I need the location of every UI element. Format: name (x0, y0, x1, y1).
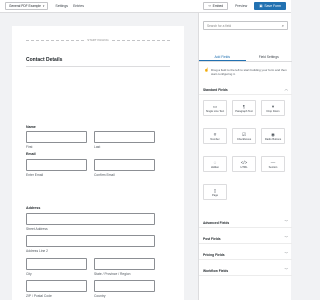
field-tile[interactable]: — Section (261, 156, 285, 172)
preview-button[interactable]: Preview (232, 4, 250, 8)
zip-input[interactable] (26, 280, 87, 292)
section-icon: — (270, 159, 276, 165)
entries-link[interactable]: Entries (73, 4, 84, 8)
save-icon: ▣ (259, 4, 263, 8)
number-icon: # (213, 131, 217, 137)
section-title: Contact Details (26, 57, 63, 63)
field-tile[interactable]: ▾ Drop Down (261, 100, 285, 116)
confirm-email-sublabel: Confirm Email (94, 173, 115, 177)
field-tile-label: Hidden (210, 165, 220, 169)
radio-icon: ◉ (271, 131, 275, 137)
fields-panel: Search for a field ⌕ Add Fields Field Se… (198, 13, 292, 300)
drag-hint-text: Drag a field to the left to start buildi… (211, 68, 287, 76)
city-input[interactable] (26, 258, 87, 270)
field-tile-label: Number (210, 137, 220, 141)
top-toolbar: General PDF Example ▾ Settings Entries ‹… (0, 0, 291, 13)
workflow-fields-header[interactable]: Workflow Fields ﹀ (199, 266, 292, 276)
field-tile[interactable]: </> HTML (232, 156, 256, 172)
embed-button[interactable]: ‹› Embed (203, 2, 229, 10)
embed-label: Embed (212, 4, 224, 8)
field-search-input[interactable]: Search for a field ⌕ (203, 21, 288, 30)
panel-tabs: Add Fields Field Settings (199, 53, 292, 62)
checkbox-icon: ☑ (241, 131, 247, 137)
pricing-fields-label: Pricing Fields (203, 252, 225, 257)
advanced-fields-header[interactable]: Advanced Fields ﹀ (199, 218, 292, 228)
field-tile-label: Radio Buttons (264, 137, 282, 141)
form-canvas: START PAGING Contact Details Name First … (12, 26, 184, 300)
hidden-icon: ◌ (213, 159, 217, 165)
chevron-down-icon: ﹀ (284, 252, 289, 256)
name-label: Name (26, 125, 36, 129)
tab-add-fields[interactable]: Add Fields (199, 53, 246, 61)
line2-sublabel: Address Line 2 (26, 249, 48, 253)
field-tile-label: Paragraph Text (235, 109, 253, 113)
email-label: Email (26, 152, 36, 156)
embed-icon: ‹› (208, 4, 211, 8)
field-tile[interactable]: # Number (203, 128, 227, 144)
workflow-fields-label: Workflow Fields (203, 268, 229, 273)
field-tile[interactable]: ☑ Checkboxes (232, 128, 256, 144)
save-label: Save Form (264, 4, 281, 8)
chevron-up-icon: ︿ (284, 87, 289, 91)
field-tile[interactable]: ▯ Page (203, 184, 227, 200)
field-tile-label: Section (268, 165, 278, 169)
hand-icon: ☝ (204, 67, 209, 72)
page-icon: ▯ (213, 187, 217, 193)
country-sublabel: Country (94, 294, 106, 298)
enter-email-sublabel: Enter Email (26, 173, 44, 177)
field-tile-label: HTML (240, 165, 248, 169)
confirm-email-input[interactable] (94, 159, 155, 171)
form-switcher-label: General PDF Example (9, 4, 41, 8)
city-sublabel: City (26, 272, 32, 276)
post-fields-header[interactable]: Post Fields ﹀ (199, 234, 292, 244)
paragraph-icon: ¶ (242, 103, 246, 109)
first-name-input[interactable] (26, 131, 87, 143)
email-input[interactable] (26, 159, 87, 171)
pricing-fields-header[interactable]: Pricing Fields ﹀ (199, 250, 292, 260)
html-icon: </> (240, 159, 248, 165)
page-marker-label: START PAGING (87, 38, 109, 42)
page-break-marker[interactable]: START PAGING (26, 38, 171, 42)
field-tile-label: Checkboxes (236, 137, 252, 141)
chevron-down-icon: ﹀ (284, 220, 289, 224)
zip-sublabel: ZIP / Postal Code (26, 294, 52, 298)
section-divider (26, 66, 170, 67)
settings-link[interactable]: Settings (55, 4, 68, 8)
last-name-input[interactable] (94, 131, 155, 143)
drag-hint: ☝ Drag a field to the left to start buil… (204, 67, 288, 77)
field-tile-label: Page (211, 193, 219, 197)
text-icon: ▭ (212, 103, 218, 109)
standard-fields-header[interactable]: Standard Fields ︿ (199, 85, 292, 95)
post-fields-label: Post Fields (203, 236, 221, 241)
first-sublabel: First (26, 145, 33, 149)
address-line2-input[interactable] (26, 235, 155, 247)
state-sublabel: State / Province / Region (94, 272, 131, 276)
street-address-input[interactable] (26, 213, 155, 225)
save-form-button[interactable]: ▣ Save Form (254, 2, 286, 10)
address-label: Address (26, 206, 41, 210)
street-sublabel: Street Address (26, 227, 48, 231)
field-tile[interactable]: ◉ Radio Buttons (261, 128, 285, 144)
country-select[interactable] (94, 280, 155, 292)
standard-fields-label: Standard Fields (203, 87, 228, 92)
form-switcher[interactable]: General PDF Example ▾ (5, 2, 49, 10)
field-tile[interactable]: ◌ Hidden (203, 156, 227, 172)
advanced-fields-label: Advanced Fields (203, 220, 230, 225)
field-tile[interactable]: ▭ Single Line Text (203, 100, 227, 116)
tab-field-settings[interactable]: Field Settings (246, 53, 293, 61)
chevron-down-icon: ﹀ (284, 268, 289, 272)
field-tile-label: Drop Down (266, 109, 280, 113)
state-input[interactable] (94, 258, 155, 270)
search-icon: ⌕ (281, 23, 284, 28)
chevron-down-icon: ﹀ (284, 236, 289, 240)
last-sublabel: Last (94, 145, 101, 149)
field-tile-label: Single Line Text (205, 109, 225, 113)
field-tile[interactable]: ¶ Paragraph Text (232, 100, 256, 116)
chevron-down-icon: ▾ (42, 4, 45, 8)
dropdown-icon: ▾ (271, 103, 275, 109)
search-placeholder: Search for a field (207, 23, 232, 28)
